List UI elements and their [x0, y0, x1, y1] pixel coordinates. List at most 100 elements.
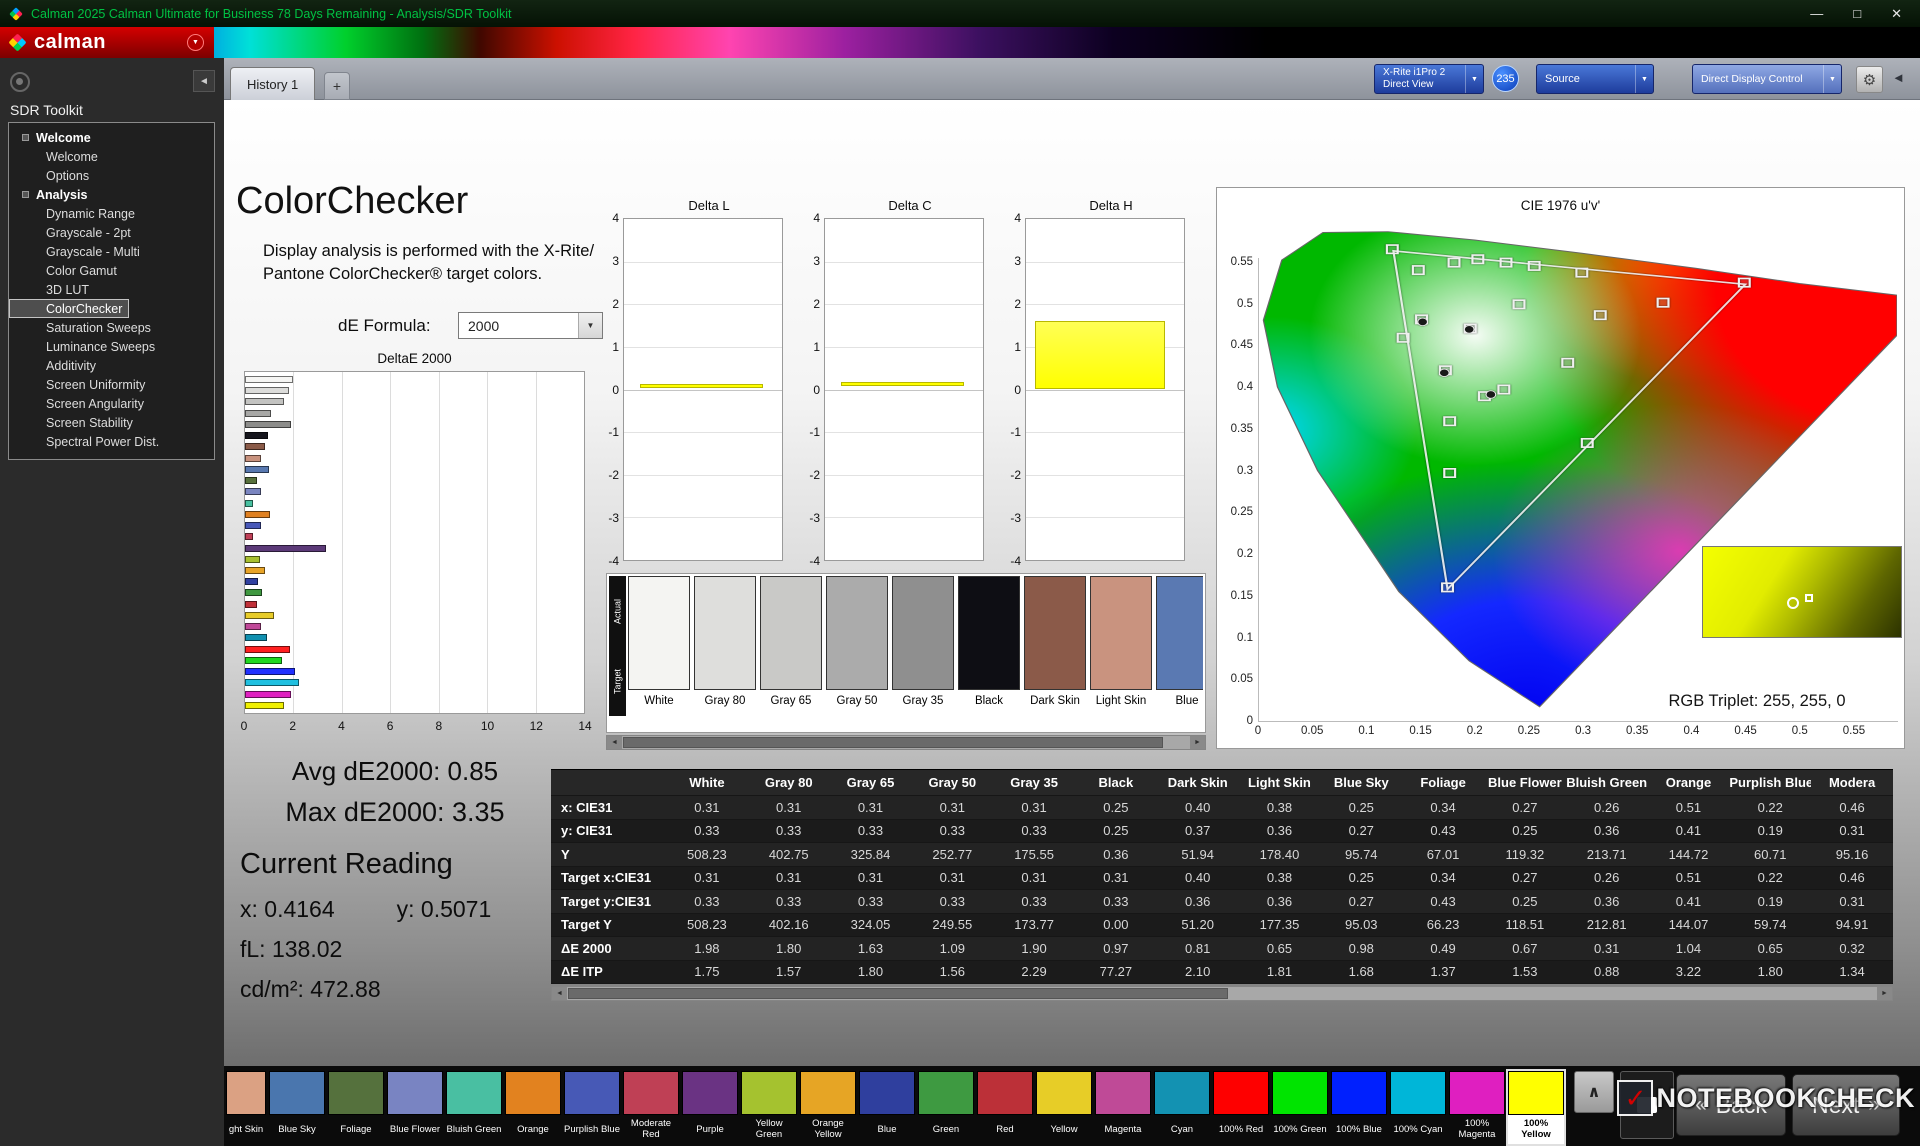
- swatch-gray-80[interactable]: Gray 80: [694, 576, 756, 730]
- swatch-dark-skin[interactable]: Dark Skin: [1024, 576, 1086, 730]
- sidebar-item-color-gamut[interactable]: Color Gamut: [9, 261, 214, 280]
- cie-x-tick-label: 0.35: [1626, 725, 1649, 737]
- swatch-gray-50[interactable]: Gray 50: [826, 576, 888, 730]
- sidebar-item-options[interactable]: Options: [9, 166, 214, 185]
- patch-button-blue-sky[interactable]: Blue Sky: [269, 1071, 325, 1144]
- workflow-icon[interactable]: [10, 72, 30, 92]
- table-cell: 0.51: [1675, 799, 1702, 815]
- patch-button-yellow-green[interactable]: Yellow Green: [741, 1071, 797, 1144]
- swatch-scrollbar[interactable]: ◄ ►: [606, 735, 1206, 750]
- patch-button-cyan[interactable]: Cyan: [1154, 1071, 1210, 1144]
- y-tick-label: -3: [809, 511, 820, 526]
- table-cell: 95.03: [1345, 917, 1378, 933]
- sidebar-item-screen-uniformity[interactable]: Screen Uniformity: [9, 375, 214, 394]
- table-row-e-2000: ΔE 2000 1.98 1.80 1.63 1.09 1.90 0.97 0.81 0.65 0…: [551, 937, 1893, 961]
- patch-button-orange-yellow[interactable]: Orange Yellow: [800, 1071, 856, 1144]
- rgb-sample-patch: [1702, 546, 1902, 638]
- patch-button-orange[interactable]: Orange: [505, 1071, 561, 1144]
- patch-button-magenta[interactable]: Magenta: [1095, 1071, 1151, 1144]
- new-tab-button[interactable]: +: [324, 72, 350, 100]
- sidebar-item-3d-lut[interactable]: 3D LUT: [9, 280, 214, 299]
- scroll-left-icon[interactable]: ◄: [607, 736, 622, 749]
- calman-logo[interactable]: calman ▼: [0, 27, 214, 58]
- table-cell: 0.65: [1757, 940, 1783, 956]
- patch-button-100-magenta[interactable]: 100% Magenta: [1449, 1071, 1505, 1144]
- swatch-gray-35[interactable]: Gray 35: [892, 576, 954, 730]
- collapse-up-button[interactable]: ∧: [1574, 1071, 1614, 1113]
- patch-button-100-red[interactable]: 100% Red: [1213, 1071, 1269, 1144]
- panel-collapse-button[interactable]: ◄: [1892, 70, 1905, 85]
- sidebar-item-screen-angularity[interactable]: Screen Angularity: [9, 394, 214, 413]
- table-cell: 51.20: [1181, 917, 1214, 933]
- swatch-blue[interactable]: Blue: [1156, 576, 1203, 730]
- meter-badge[interactable]: 235: [1492, 65, 1519, 92]
- patch-button-100-blue[interactable]: 100% Blue: [1331, 1071, 1387, 1144]
- patch-button-red[interactable]: Red: [977, 1071, 1033, 1144]
- sidebar-item-grayscale-multi[interactable]: Grayscale - Multi: [9, 242, 214, 261]
- patch-button-blue[interactable]: Blue: [859, 1071, 915, 1144]
- sidebar-item-dynamic-range[interactable]: Dynamic Range: [9, 204, 214, 223]
- swatch-gray-65[interactable]: Gray 65: [760, 576, 822, 730]
- cie-x-tick-label: 0.1: [1358, 725, 1375, 737]
- scroll-right-icon[interactable]: ►: [1190, 736, 1205, 749]
- tree-node-icon: [22, 191, 29, 198]
- tree-section-welcome[interactable]: Welcome: [9, 128, 214, 147]
- patch-button-ght-skin[interactable]: ght Skin: [226, 1071, 266, 1144]
- patch-color: [1449, 1071, 1505, 1115]
- next-button[interactable]: Next »: [1792, 1074, 1900, 1136]
- scrollbar-thumb[interactable]: [623, 737, 1163, 748]
- blank-patch-button[interactable]: [1620, 1071, 1674, 1139]
- swatch-light-skin[interactable]: Light Skin: [1090, 576, 1152, 730]
- patch-button-yellow[interactable]: Yellow: [1036, 1071, 1092, 1144]
- sidebar-item-colorchecker[interactable]: ColorChecker: [9, 299, 130, 318]
- sidebar-item-welcome[interactable]: Welcome: [9, 147, 214, 166]
- close-button[interactable]: ✕: [1891, 6, 1902, 22]
- settings-gear-button[interactable]: ⚙: [1856, 66, 1883, 93]
- sidebar-item-spectral-power-dist[interactable]: Spectral Power Dist.: [9, 432, 214, 451]
- sidebar-item-screen-stability[interactable]: Screen Stability: [9, 413, 214, 432]
- table-cell: 0.43: [1430, 893, 1456, 909]
- swatch-black[interactable]: Black: [958, 576, 1020, 730]
- meter-dropdown[interactable]: X-Rite i1Pro 2 Direct View ▼: [1374, 64, 1484, 94]
- patch-button-foliage[interactable]: Foliage: [328, 1071, 384, 1144]
- table-cell: 0.26: [1594, 870, 1620, 886]
- table-scrollbar[interactable]: ◄ ►: [551, 986, 1893, 1001]
- tree-section-analysis[interactable]: Analysis: [9, 185, 214, 204]
- logo-menu-button[interactable]: ▼: [187, 34, 204, 51]
- patch-button-green[interactable]: Green: [918, 1071, 974, 1144]
- display-control-dropdown[interactable]: Direct Display Control ▼: [1692, 64, 1842, 94]
- sidebar-item-luminance-sweeps[interactable]: Luminance Sweeps: [9, 337, 214, 356]
- scroll-right-icon[interactable]: ►: [1877, 987, 1892, 1000]
- table-header-row: White Gray 80 Gray 65 Gray 50 Gray 35 Black Da…: [551, 770, 1893, 796]
- source-dropdown[interactable]: Source ▼: [1536, 64, 1654, 94]
- patch-button-100-yellow[interactable]: 100% Yellow: [1506, 1069, 1566, 1146]
- sidebar-item-saturation-sweeps[interactable]: Saturation Sweeps: [9, 318, 214, 337]
- patch-button-moderate-red[interactable]: Moderate Red: [623, 1071, 679, 1144]
- patch-button-purple[interactable]: Purple: [682, 1071, 738, 1144]
- scroll-left-icon[interactable]: ◄: [552, 987, 567, 1000]
- swatch-white[interactable]: White: [628, 576, 690, 730]
- sidebar-item-grayscale-2pt[interactable]: Grayscale - 2pt: [9, 223, 214, 242]
- maximize-button[interactable]: □: [1853, 6, 1861, 22]
- x-tick-label: 14: [578, 719, 592, 733]
- patch-button-100-green[interactable]: 100% Green: [1272, 1071, 1328, 1144]
- table-cell: 0.31: [1839, 823, 1865, 839]
- patch-button-purplish-blue[interactable]: Purplish Blue: [564, 1071, 620, 1144]
- sidebar-collapse-button[interactable]: ◄: [193, 70, 215, 92]
- deltae-bar-foliage: [245, 477, 257, 485]
- y-tick-label: -2: [1010, 468, 1021, 483]
- tab-history-1[interactable]: History 1: [230, 67, 316, 100]
- de-formula-select[interactable]: 2000 ▼: [458, 312, 603, 339]
- calman-diamond-icon: [8, 33, 27, 52]
- patch-button-100-cyan[interactable]: 100% Cyan: [1390, 1071, 1446, 1144]
- delta-h-chart: Delta H 4 3 2 1 0 -1 -2 -3 -4: [999, 198, 1191, 568]
- deltae-bar-purplish-blue: [245, 522, 261, 530]
- minimize-button[interactable]: —: [1810, 6, 1823, 22]
- sidebar-item-additivity[interactable]: Additivity: [9, 356, 214, 375]
- scrollbar-thumb[interactable]: [568, 988, 1228, 999]
- patch-button-blue-flower[interactable]: Blue Flower: [387, 1071, 443, 1144]
- table-row-target-y: Target Y 508.23 402.16 324.05 249.55 173.77 0.…: [551, 913, 1893, 937]
- target-marker: [1447, 257, 1461, 268]
- patch-button-bluish-green[interactable]: Bluish Green: [446, 1071, 502, 1144]
- back-button[interactable]: « Back: [1676, 1074, 1786, 1136]
